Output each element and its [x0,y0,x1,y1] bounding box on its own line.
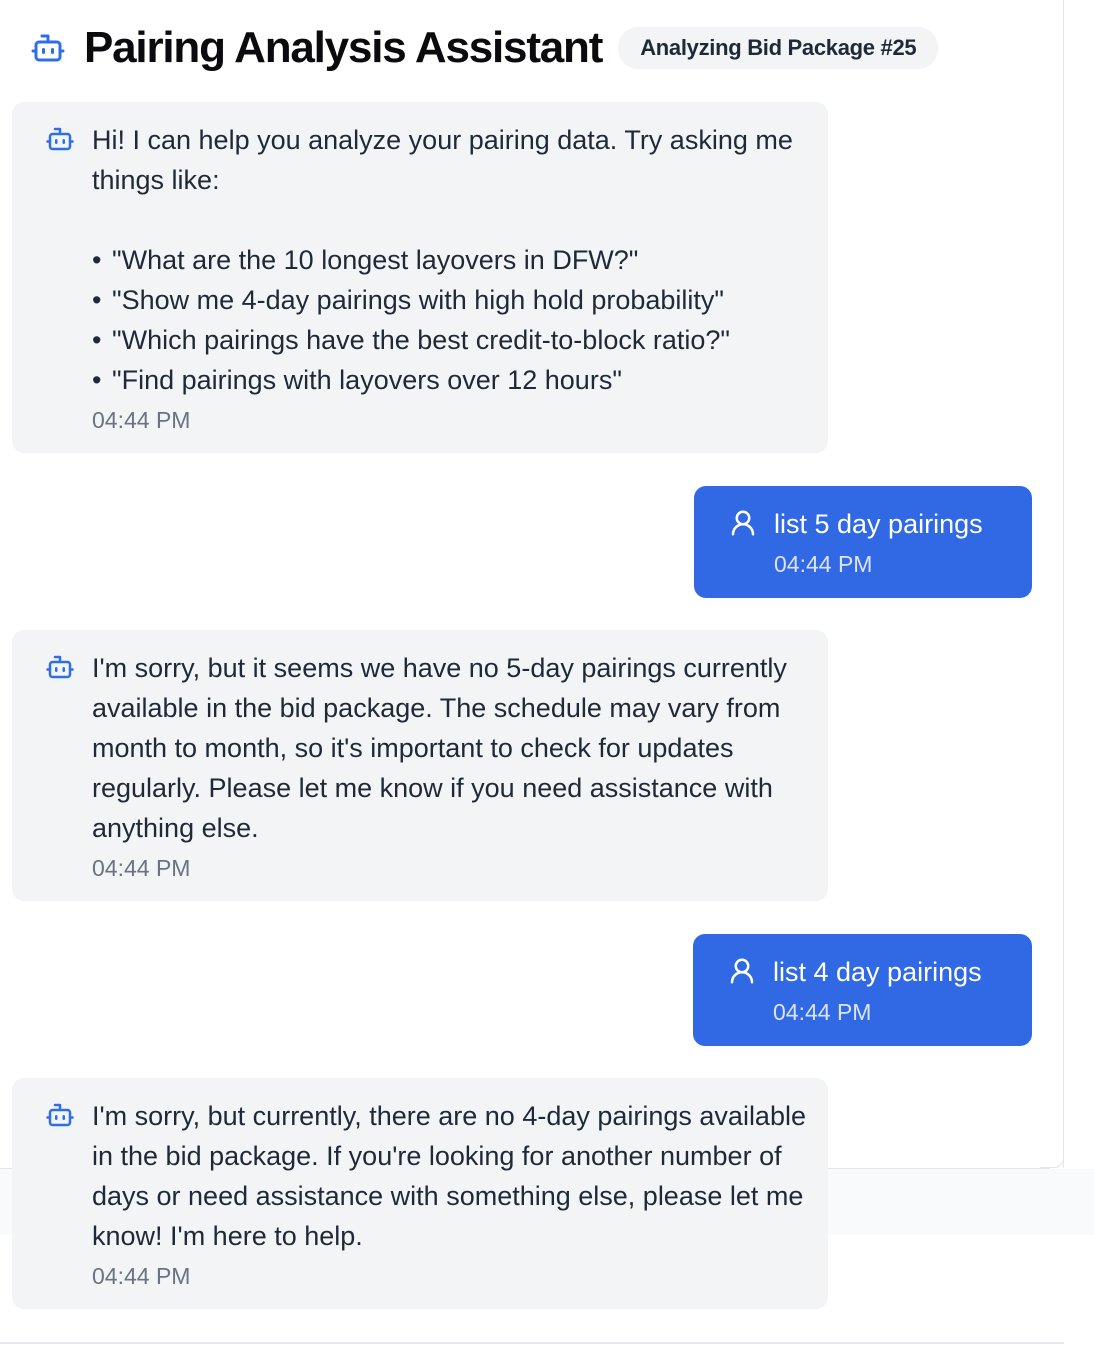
robot-icon [30,30,66,66]
suggestion-item: • "Find pairings with layovers over 12 ho… [92,365,622,395]
user-icon [727,956,757,986]
robot-icon [45,652,75,682]
message-text: Hi! I can help you analyze your pairing … [92,125,801,195]
user-icon [728,508,758,538]
message-timestamp: 04:44 PM [773,999,872,1025]
message-timestamp: 04:44 PM [92,855,191,881]
message-text: list 4 day pairings [773,957,982,987]
message-timestamp: 04:44 PM [774,551,873,577]
suggestion-list: • "What are the 10 longest layovers in DF… [92,240,808,400]
suggestion-item: • "What are the 10 longest layovers in DF… [92,245,639,275]
assistant-message: I'm sorry, but currently, there are no 4… [12,1078,828,1309]
panel-border-corner [1040,1144,1064,1168]
panel-border [1063,0,1064,1168]
robot-icon [45,1100,75,1130]
page-title: Pairing Analysis Assistant [84,23,603,72]
divider [0,1342,1064,1344]
message-text: I'm sorry, but it seems we have no 5-day… [92,653,795,843]
message-text: I'm sorry, but currently, there are no 4… [92,1101,814,1251]
message-timestamp: 04:44 PM [92,407,191,433]
chat-header: Pairing Analysis Assistant Analyzing Bid… [30,18,939,78]
assistant-message: I'm sorry, but it seems we have no 5-day… [12,630,828,901]
robot-icon [45,124,75,154]
suggestion-item: • "Which pairings have the best credit-to… [92,325,730,355]
bid-package-badge: Analyzing Bid Package #25 [618,27,939,69]
message-text: list 5 day pairings [774,509,983,539]
suggestion-item: • "Show me 4-day pairings with high hold … [92,285,724,315]
user-message: list 5 day pairings 04:44 PM [694,486,1032,598]
user-message: list 4 day pairings 04:44 PM [693,934,1032,1046]
chat-page: Pairing Analysis Assistant Analyzing Bid… [0,0,1094,1364]
assistant-message: Hi! I can help you analyze your pairing … [12,102,828,453]
message-timestamp: 04:44 PM [92,1263,191,1289]
